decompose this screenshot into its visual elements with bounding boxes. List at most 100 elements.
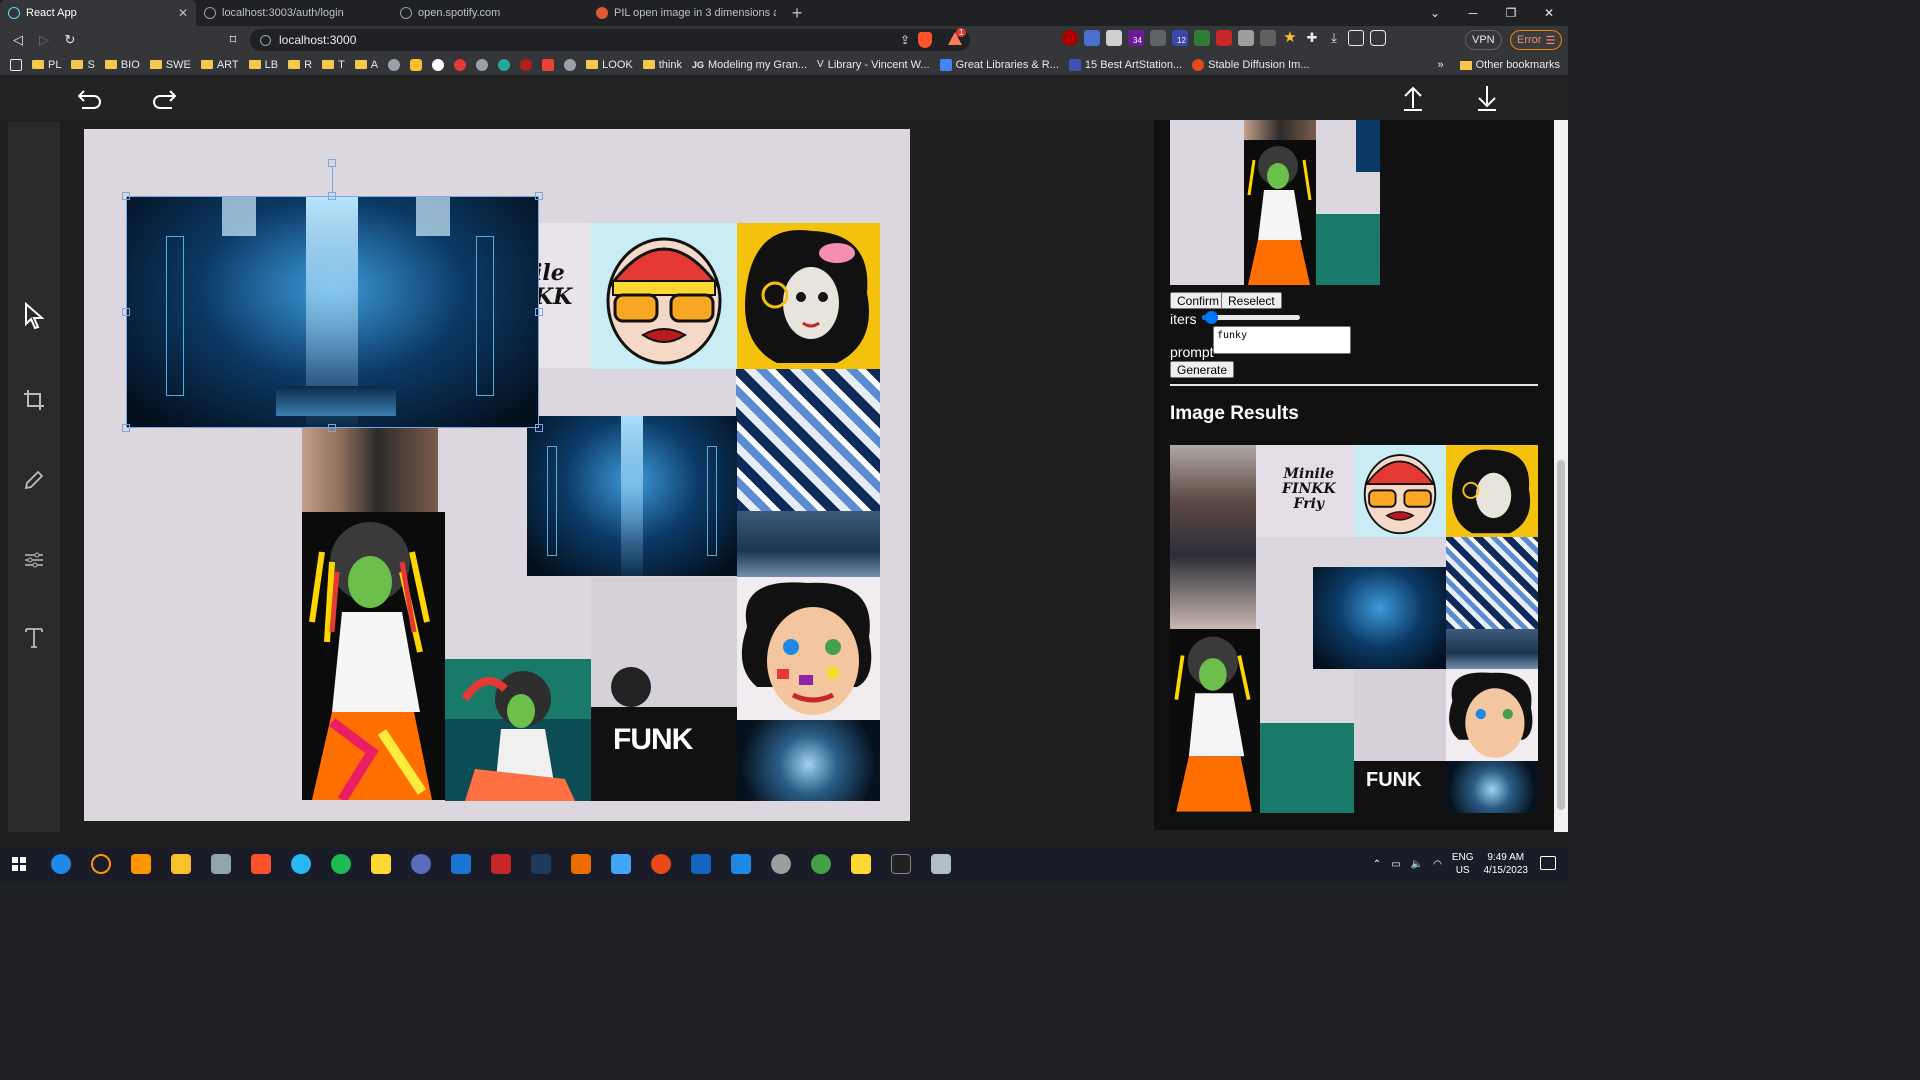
bookmark-site-icon[interactable] [542,58,555,71]
pattern-image[interactable] [736,369,880,511]
crop-tool-icon[interactable] [18,384,50,416]
bookmark-bio[interactable]: BIO [104,59,140,71]
ext-z-icon[interactable] [1260,30,1276,46]
file-explorer-icon[interactable] [171,854,191,874]
overflow-chevron-icon[interactable]: » [1438,59,1444,71]
bookmark-pl[interactable]: PL [32,59,61,71]
telegram-icon[interactable] [291,854,311,874]
bookmark-site-icon[interactable] [388,58,401,71]
address-bar[interactable]: localhost:3000 ⇪ [250,29,970,51]
bookmark-site-icon[interactable] [520,58,533,71]
singer-image[interactable] [302,512,445,800]
prompt-textarea[interactable]: funky [1213,326,1351,354]
other-bookmarks[interactable]: Other bookmarks [1476,59,1560,71]
tab-react-app[interactable]: React App ✕ [0,0,196,26]
translate-icon[interactable] [1084,30,1100,46]
language-indicator[interactable]: ENG US [1452,851,1474,877]
text-tool-icon[interactable] [18,622,50,654]
upload-icon[interactable] [1397,82,1429,114]
bookmark-think[interactable]: think [642,59,682,71]
download-icon[interactable]: ⤓ [1326,30,1342,46]
bookmark-a[interactable]: A [354,59,378,71]
close-window-icon[interactable]: ✕ [1530,0,1568,26]
ext-cm-icon[interactable] [1150,30,1166,46]
bookmark-r[interactable]: R [288,59,312,71]
adjust-tool-icon[interactable] [18,544,50,576]
steam-icon[interactable] [531,854,551,874]
bookmark-swe[interactable]: SWE [149,59,191,71]
select-tool-icon[interactable] [18,300,50,332]
volume-icon[interactable]: 🔈 [1411,859,1423,870]
tab-login[interactable]: localhost:3003/auth/login [196,0,392,26]
chevron-down-icon[interactable]: ⌄ [1416,0,1454,26]
qbittorrent-icon[interactable] [411,854,431,874]
mosaic-face-image[interactable] [737,577,880,720]
forward-icon[interactable]: ▷ [31,27,57,53]
legs-image[interactable] [302,428,438,512]
bookmark-stable-diffusion[interactable]: Stable Diffusion Im... [1192,58,1309,71]
puzzle-app-icon[interactable] [851,854,871,874]
bookmark-site-icon[interactable] [410,58,423,71]
terminal-icon[interactable] [891,854,911,874]
minimize-icon[interactable]: ─ [1454,0,1492,26]
close-icon[interactable]: ✕ [178,6,188,20]
shield-app-icon[interactable] [611,854,631,874]
settings-gear-icon[interactable] [771,854,791,874]
generate-button[interactable]: Generate [1170,361,1235,378]
puzzle-icon[interactable]: ✚ [1304,30,1320,46]
download-icon[interactable] [1471,82,1503,114]
helmet-face-image[interactable] [591,223,737,369]
resize-handle-se[interactable] [535,424,543,432]
rotate-handle[interactable] [328,159,336,167]
bookmark-site-icon[interactable] [432,58,445,71]
word-icon[interactable] [691,854,711,874]
notification-icon[interactable] [1540,856,1556,870]
resize-handle-e[interactable] [535,308,543,316]
bookmark-lb[interactable]: LB [248,59,278,71]
library-icon[interactable] [571,854,591,874]
tunnel-image[interactable] [737,720,880,801]
hall-image[interactable] [527,416,737,576]
bookmark-s[interactable]: S [71,59,95,71]
tab-duckduckgo[interactable]: PIL open image in 3 dimensions at Du [588,0,784,26]
ext-12-icon[interactable]: 12 [1172,30,1188,46]
blue-room-image[interactable] [737,511,880,577]
app-green-icon[interactable] [811,854,831,874]
resize-handle-s[interactable] [328,424,336,432]
ext-gray-icon[interactable] [1238,30,1254,46]
bookmark-great-libraries[interactable]: Great Libraries & R... [939,58,1059,71]
info-icon[interactable] [260,34,271,46]
tab-spotify[interactable]: open.spotify.com [392,0,588,26]
iters-slider[interactable] [1202,311,1300,324]
star-icon[interactable]: ★ [1282,30,1298,46]
resize-handle-n[interactable] [328,192,336,200]
pencil-tool-icon[interactable] [18,464,50,496]
bookmark-site-icon[interactable] [454,58,467,71]
vpn-button[interactable]: VPN [1465,30,1502,50]
bookmark-t[interactable]: T [322,59,345,71]
resize-handle-w[interactable] [122,308,130,316]
share-icon[interactable]: ⇪ [900,33,910,47]
slider-knob[interactable] [1204,311,1218,324]
wifi-icon[interactable]: ◠ [1433,859,1442,870]
ublock-icon[interactable] [1062,30,1078,46]
app-red-icon[interactable] [491,854,511,874]
linux-icon[interactable] [371,854,391,874]
bookmark-modeling[interactable]: JG Modeling my Gran... [692,59,807,71]
sitting-singer-image[interactable] [445,659,591,801]
selection-box[interactable] [126,196,539,428]
app-layers-icon[interactable] [931,854,951,874]
mail-icon[interactable] [1106,30,1122,46]
brave-icon[interactable] [251,854,271,874]
restore-icon[interactable]: ❐ [1492,0,1530,26]
error-menu-button[interactable]: Error ☰ [1510,30,1563,50]
back-icon[interactable]: ◁ [5,27,31,53]
confirm-button[interactable]: Confirm [1170,292,1227,309]
reselect-button[interactable]: Reselect [1221,292,1282,309]
wallet-icon[interactable] [1370,30,1386,46]
reload-icon[interactable]: ↻ [57,27,83,53]
panel-scrollbar[interactable] [1554,120,1568,832]
ext-34-icon[interactable]: 34 [1128,30,1144,46]
resize-handle-nw[interactable] [122,192,130,200]
vscode-icon[interactable] [451,854,471,874]
